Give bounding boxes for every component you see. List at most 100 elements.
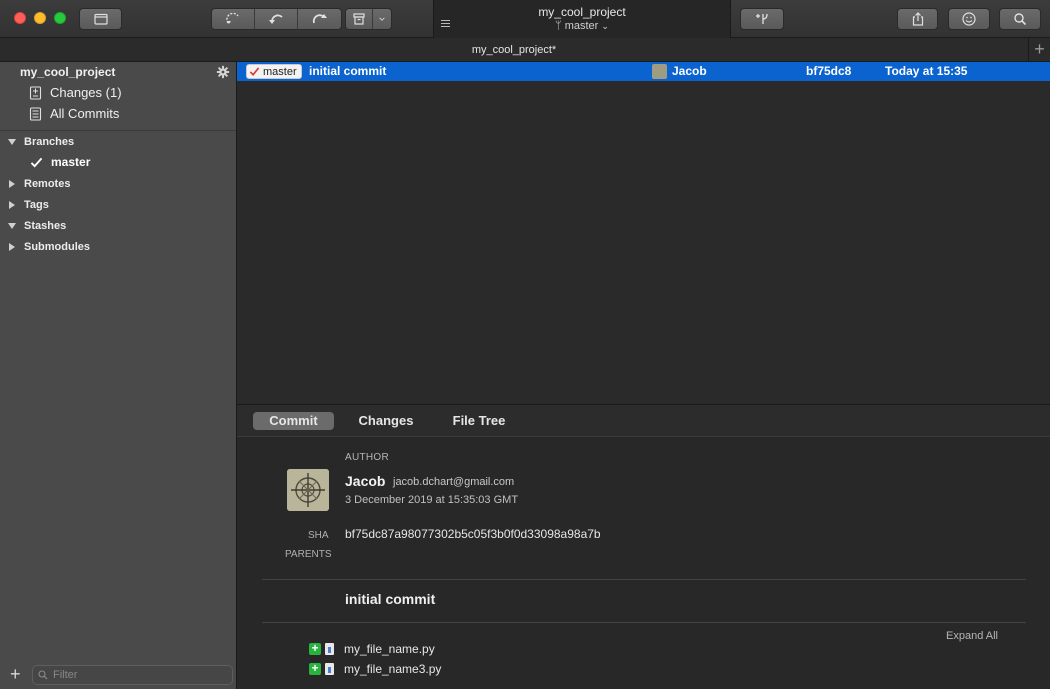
tab-file-tree[interactable]: File Tree <box>443 412 515 430</box>
current-branch-label: master <box>564 20 599 32</box>
chevron-down-icon: ⌄ <box>601 21 609 31</box>
search-icon <box>38 670 48 680</box>
sidebar-section-label: Remotes <box>24 178 71 190</box>
toolbar: my_cool_project ᛘ master ⌄ <box>0 0 1050 38</box>
ref-label: master <box>263 65 297 78</box>
sidebar-section-label: Tags <box>24 199 49 211</box>
sha-label: SHA <box>308 530 329 541</box>
sidebar-section-tags[interactable]: Tags <box>8 199 49 211</box>
disclosure-collapsed-icon <box>9 201 15 209</box>
tab-changes[interactable]: Changes <box>349 412 423 430</box>
pull-icon <box>269 14 283 24</box>
sidebar-section-branches[interactable]: Branches <box>8 136 74 148</box>
fetch-icon <box>226 12 239 24</box>
file-name: my_file_name.py <box>344 642 435 656</box>
show-sidebar-button[interactable] <box>79 8 122 30</box>
fetch-button[interactable] <box>212 9 255 29</box>
disclosure-expanded-icon <box>8 139 16 145</box>
detail-tabs: Commit Changes File Tree <box>237 405 1050 437</box>
share-icon <box>912 12 923 26</box>
sidebar-divider <box>0 130 236 131</box>
commit-author: Jacob <box>672 64 707 78</box>
window-title: my_cool_project <box>538 5 626 19</box>
minimize-window-button[interactable] <box>34 12 46 24</box>
author-name: Jacob <box>345 473 386 489</box>
expand-all-button[interactable]: Expand All <box>946 630 998 642</box>
changes-icon <box>29 85 42 100</box>
commit-detail-pane: Commit Changes File Tree AUTHOR Jacob ja… <box>237 404 1050 689</box>
sidebar-item-branch-master[interactable]: master <box>30 155 90 169</box>
window-title-area: my_cool_project ᛘ master ⌄ <box>433 0 731 38</box>
share-button[interactable] <box>897 8 938 30</box>
search-button[interactable] <box>999 8 1041 30</box>
branch-ref-badge[interactable]: master <box>246 64 302 79</box>
disclosure-expanded-icon <box>8 223 16 229</box>
parents-label: PARENTS <box>285 549 332 560</box>
disclosure-collapsed-icon <box>9 180 15 188</box>
sidebar-item-all-commits[interactable]: All Commits <box>29 106 119 121</box>
stash-menu-button[interactable] <box>373 9 391 29</box>
sidebar-item-changes[interactable]: Changes (1) <box>29 85 122 100</box>
tab-commit[interactable]: Commit <box>253 412 334 430</box>
commit-message: initial commit <box>309 64 387 78</box>
chevron-down-icon <box>379 17 385 21</box>
sidebar-item-label: All Commits <box>50 106 120 121</box>
changed-file-row[interactable]: + my_file_name.py <box>309 642 435 656</box>
tab-bar: my_cool_project* + <box>0 38 1050 62</box>
sidebar: my_cool_project Changes (1) All Commits … <box>0 62 237 689</box>
search-icon <box>1014 13 1027 26</box>
commit-date-full: 3 December 2019 at 15:35:03 GMT <box>345 494 519 506</box>
branch-icon: ᛘ <box>555 20 562 32</box>
add-repository-button[interactable]: + <box>10 665 21 683</box>
close-window-button[interactable] <box>14 12 26 24</box>
folder-icon <box>93 13 108 25</box>
sidebar-section-remotes[interactable]: Remotes <box>8 178 70 190</box>
stash-button[interactable] <box>346 9 373 29</box>
commit-date: Today at 15:35 <box>885 64 968 78</box>
stash-button-group <box>345 8 392 30</box>
avatar-image <box>287 469 329 511</box>
filter-placeholder: Filter <box>53 669 78 681</box>
branch-add-icon <box>756 13 768 24</box>
commit-sha-full[interactable]: bf75dc87a98077302b5c05f3b0f0d33098a98a7b <box>345 527 601 541</box>
sidebar-section-stashes[interactable]: Stashes <box>8 220 66 232</box>
push-icon <box>312 14 327 24</box>
new-tab-button[interactable]: + <box>1028 38 1050 62</box>
branch-selector[interactable]: ᛘ master ⌄ <box>434 19 730 33</box>
commit-row[interactable]: master initial commit Jacob bf75dc8 Toda… <box>237 62 1050 81</box>
sidebar-section-label: Branches <box>24 136 75 148</box>
sidebar-section-label: Submodules <box>24 241 91 253</box>
commit-sha: bf75dc8 <box>806 64 852 78</box>
push-button[interactable] <box>298 9 341 29</box>
pull-button[interactable] <box>255 9 298 29</box>
zoom-window-button[interactable] <box>54 12 66 24</box>
file-icon <box>325 663 334 675</box>
emoji-button[interactable] <box>948 8 990 30</box>
tab-project[interactable]: my_cool_project* <box>0 44 1028 56</box>
avatar <box>652 64 667 79</box>
branch-label: master <box>51 155 91 169</box>
sidebar-item-label: Changes (1) <box>50 85 122 100</box>
sync-button-group <box>211 8 342 30</box>
changed-file-row[interactable]: + my_file_name3.py <box>309 662 441 676</box>
author-label: AUTHOR <box>345 452 390 463</box>
commits-icon <box>29 106 42 121</box>
gear-icon[interactable] <box>216 65 230 79</box>
sidebar-section-submodules[interactable]: Submodules <box>8 241 90 253</box>
avatar <box>287 469 329 511</box>
sidebar-section-label: Stashes <box>24 220 67 232</box>
sidebar-filter-input[interactable]: Filter <box>32 665 233 685</box>
author-email[interactable]: jacob.dchart@gmail.com <box>393 476 514 488</box>
added-icon: + <box>309 662 321 675</box>
divider <box>262 622 1026 623</box>
list-icon <box>441 20 450 29</box>
archive-icon <box>353 13 365 25</box>
smiley-icon <box>962 12 976 26</box>
added-icon: + <box>309 642 321 655</box>
commit-list: master initial commit Jacob bf75dc8 Toda… <box>237 62 1050 404</box>
file-name: my_file_name3.py <box>344 662 442 676</box>
sidebar-project-name: my_cool_project <box>20 65 116 79</box>
new-branch-button[interactable] <box>740 8 784 30</box>
checkmark-icon <box>30 157 43 168</box>
commit-message-full: initial commit <box>345 591 436 607</box>
